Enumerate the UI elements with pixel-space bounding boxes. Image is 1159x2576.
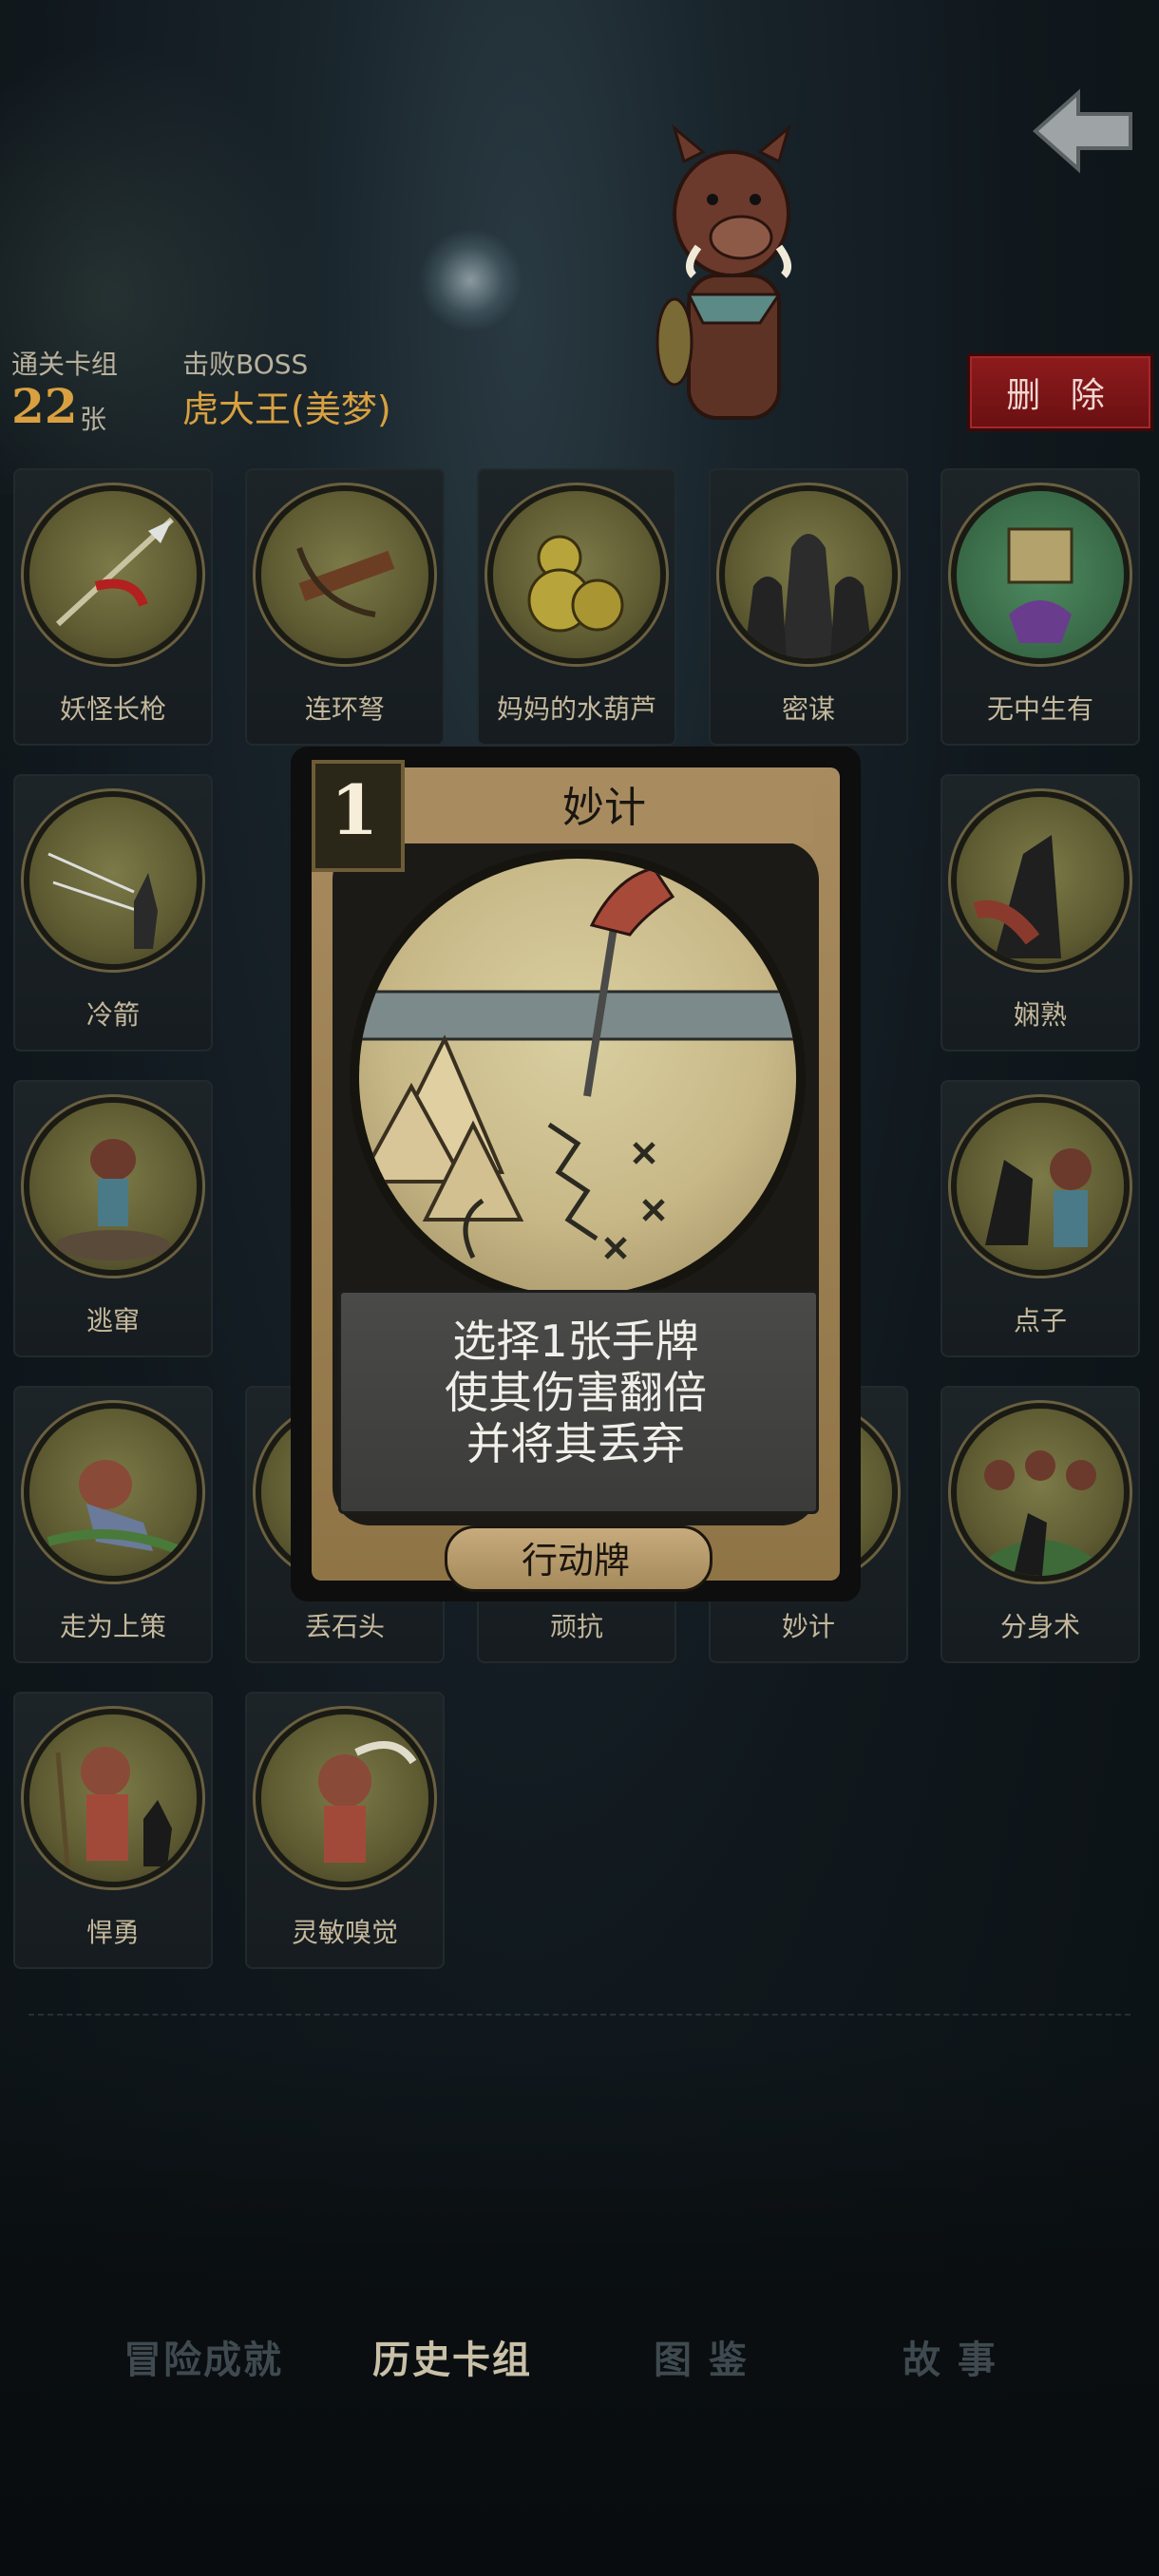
- gourd-icon: [493, 491, 660, 658]
- card-slot[interactable]: 逃窜: [13, 1080, 213, 1357]
- card-name: 点子: [1013, 1305, 1067, 1336]
- tab-achievements[interactable]: 冒险成就: [124, 2329, 283, 2384]
- card-name: 逃窜: [86, 1305, 140, 1336]
- boss-label: 击败BOSS: [182, 349, 309, 380]
- card-name: 悍勇: [86, 1917, 140, 1948]
- idea-crows-icon: [957, 1103, 1124, 1270]
- hooded-figures-icon: [725, 491, 892, 658]
- card-name: 妙计: [781, 1611, 835, 1642]
- background-ground: [0, 2042, 1159, 2576]
- card-name: 连环弩: [304, 693, 385, 725]
- tab-codex[interactable]: 图 鉴: [654, 2329, 749, 2384]
- skilled-hands-icon: [957, 797, 1124, 964]
- card-slot[interactable]: 娴熟: [940, 774, 1140, 1051]
- boss-portrait: [646, 123, 817, 446]
- deck-count: 22: [11, 378, 78, 434]
- deck-count-label: 通关卡组: [11, 349, 119, 380]
- card-slot[interactable]: 密谋: [709, 468, 908, 746]
- card-name: 娴熟: [1013, 999, 1067, 1031]
- card-title: 妙计: [562, 784, 646, 832]
- moon: [418, 228, 522, 332]
- sand-map-illustration: [359, 859, 796, 1296]
- card-slot[interactable]: 冷箭: [13, 774, 213, 1051]
- fleeing-boar-icon: [29, 1103, 197, 1270]
- delete-button[interactable]: 删 除: [967, 353, 1153, 431]
- clones-icon: [957, 1409, 1124, 1576]
- back-arrow-icon: [1032, 88, 1132, 174]
- card-name: 无中生有: [986, 693, 1093, 725]
- card-name: 灵敏嗅觉: [291, 1917, 398, 1948]
- card-slot[interactable]: 妖怪长枪: [13, 468, 213, 746]
- section-divider: [28, 2014, 1130, 2016]
- tab-history-deck[interactable]: 历史卡组: [372, 2329, 532, 2384]
- card-name: 分身术: [999, 1611, 1080, 1642]
- back-button[interactable]: [1026, 84, 1140, 179]
- brave-boar-icon: [29, 1714, 197, 1882]
- card-name: 冷箭: [86, 999, 140, 1031]
- running-boar-icon: [29, 1409, 197, 1576]
- card-slot[interactable]: 分身术: [940, 1386, 1140, 1663]
- card-detail-popup[interactable]: 1 妙计 选择1张手牌 使其伤害翻倍 并将其丢弃 行动牌: [291, 747, 861, 1601]
- card-desc-line: 并将其丢弃: [466, 1418, 685, 1469]
- deck-count-unit: 张: [80, 404, 107, 435]
- card-cost: 1: [330, 769, 379, 850]
- summon-scroll-icon: [957, 491, 1124, 658]
- card-slot[interactable]: 妈妈的水葫芦: [477, 468, 676, 746]
- crossbow-icon: [261, 491, 428, 658]
- card-slot[interactable]: 点子: [940, 1080, 1140, 1357]
- card-slot[interactable]: 悍勇: [13, 1692, 213, 1969]
- card-name: 妈妈的水葫芦: [496, 693, 656, 725]
- card-name: 顽抗: [549, 1611, 603, 1642]
- card-name: 密谋: [781, 693, 835, 725]
- spear-icon: [29, 491, 197, 658]
- card-name: 走为上策: [59, 1611, 166, 1642]
- card-slot[interactable]: 连环弩: [245, 468, 445, 746]
- card-slot[interactable]: 灵敏嗅觉: [245, 1692, 445, 1969]
- card-name: 丢石头: [304, 1611, 385, 1642]
- card-type-label: 行动牌: [521, 1540, 630, 1582]
- sniffing-boar-icon: [261, 1714, 428, 1882]
- boss-name: 虎大王(美梦): [182, 388, 391, 430]
- tab-story[interactable]: 故 事: [902, 2329, 998, 2384]
- card-slot[interactable]: 走为上策: [13, 1386, 213, 1663]
- card-name: 妖怪长枪: [59, 693, 166, 725]
- arrows-icon: [29, 797, 197, 964]
- card-slot[interactable]: 无中生有: [940, 468, 1140, 746]
